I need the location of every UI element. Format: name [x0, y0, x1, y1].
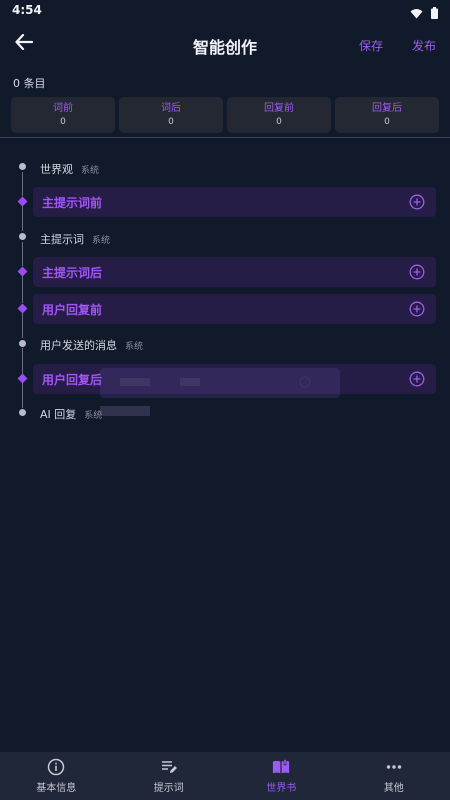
timeline-item-main-prompt: 主提示词 系统: [40, 231, 110, 247]
timeline-item-label: AI 回复: [40, 408, 77, 421]
timeline-item-user-message: 用户发送的消息 系统: [40, 337, 143, 353]
timeline-connector: [22, 348, 23, 374]
bottom-nav: 基本信息 提示词 世界书 其他: [0, 752, 450, 800]
tab-count: 0: [384, 117, 390, 127]
tab-after-reply[interactable]: 回复后 0: [335, 97, 439, 133]
nav-label: 基本信息: [36, 783, 77, 794]
timeline-connector: [22, 312, 23, 338]
add-circle-icon[interactable]: [409, 194, 425, 210]
tab-count: 0: [60, 117, 66, 127]
tab-label: 词前: [53, 103, 73, 114]
nav-label: 提示词: [153, 783, 184, 794]
arrow-left-icon: [15, 33, 34, 54]
timeline-connector: [22, 382, 23, 408]
app-header: 智能创作 保存 发布: [0, 22, 450, 66]
timeline-connector: [22, 242, 23, 266]
publish-button[interactable]: 发布: [412, 37, 436, 54]
nav-item-prompts[interactable]: 提示词: [113, 752, 226, 800]
tab-label: 回复后: [372, 103, 402, 114]
entry-count: 0 条目: [13, 77, 46, 90]
timeline-card-after-main-prompt[interactable]: 主提示词后: [33, 257, 436, 287]
timeline-diamond: [17, 303, 28, 314]
save-button[interactable]: 保存: [359, 37, 383, 54]
system-tag: 系统: [84, 411, 103, 421]
nav-label: 其他: [383, 783, 404, 794]
timeline-dot: [19, 340, 26, 347]
nav-item-worldbook[interactable]: 世界书: [225, 752, 338, 800]
timeline-card-label: 主提示词前: [42, 195, 103, 210]
timeline-item-label: 主提示词: [40, 233, 84, 246]
tab-before-reply[interactable]: 回复前 0: [227, 97, 331, 133]
nav-item-basic-info[interactable]: 基本信息: [0, 752, 113, 800]
timeline-diamond: [17, 373, 28, 384]
timeline-connector: [22, 275, 23, 303]
timeline-connector: [22, 205, 23, 231]
timeline-card-before-user-reply[interactable]: 用户回复前: [33, 294, 436, 324]
timeline-dot: [19, 233, 26, 240]
more-icon: [385, 758, 403, 776]
tab-before-prompt[interactable]: 词前 0: [11, 97, 115, 133]
timeline-diamond: [17, 196, 28, 207]
info-icon: [47, 758, 65, 776]
book-icon: [272, 758, 290, 776]
timeline-diamond: [17, 266, 28, 277]
status-time: 4:54: [12, 3, 42, 17]
timeline-card-after-user-reply[interactable]: 用户回复后: [33, 364, 436, 394]
add-circle-icon[interactable]: [409, 301, 425, 317]
tab-label: 词后: [161, 103, 181, 114]
status-icons: [410, 4, 438, 23]
timeline-card-label: 用户回复前: [42, 302, 103, 317]
timeline-item-label: 世界观: [40, 163, 73, 176]
add-circle-icon[interactable]: [409, 371, 425, 387]
timeline-item-worldview: 世界观 系统: [40, 161, 99, 177]
status-bar: 4:54: [0, 0, 450, 22]
timeline-card-before-main-prompt[interactable]: 主提示词前: [33, 187, 436, 217]
header-divider: [0, 137, 450, 138]
edit-list-icon: [160, 758, 178, 776]
app-root: 4:54 智能创作 保存 发布 0 条目 词前 0 词后 0 回复前 0 回复后…: [0, 0, 450, 800]
back-button[interactable]: [10, 31, 38, 57]
tab-count: 0: [168, 117, 174, 127]
tab-after-prompt[interactable]: 词后 0: [119, 97, 223, 133]
tab-count: 0: [276, 117, 282, 127]
battery-icon: [431, 4, 438, 23]
timeline-item-ai-reply: AI 回复 系统: [40, 406, 102, 422]
timeline-dot: [19, 409, 26, 416]
timeline-card-label: 主提示词后: [42, 265, 103, 280]
system-tag: 系统: [125, 342, 144, 352]
timeline-dot: [19, 163, 26, 170]
wifi-icon: [410, 4, 423, 23]
category-tabs: 词前 0 词后 0 回复前 0 回复后 0: [11, 97, 439, 133]
nav-item-other[interactable]: 其他: [338, 752, 450, 800]
timeline-connector: [22, 172, 23, 196]
system-tag: 系统: [92, 236, 111, 246]
add-circle-icon[interactable]: [409, 264, 425, 280]
system-tag: 系统: [81, 166, 100, 176]
tab-label: 回复前: [264, 103, 294, 114]
timeline-card-label: 用户回复后: [42, 372, 103, 387]
timeline-item-label: 用户发送的消息: [40, 339, 117, 352]
nav-label: 世界书: [266, 783, 297, 794]
